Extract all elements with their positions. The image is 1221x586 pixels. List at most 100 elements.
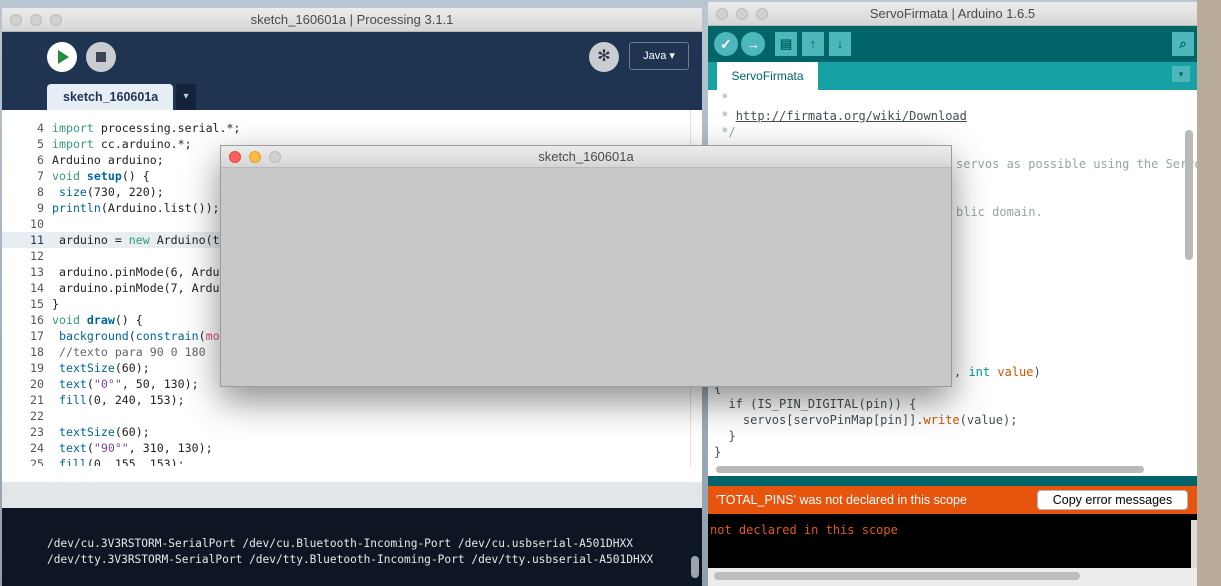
desktop-edge [1197, 0, 1221, 586]
tab-menu-button[interactable]: ▾ [176, 84, 196, 110]
line-number: 8 [37, 185, 44, 199]
line-number: 24 [30, 441, 44, 455]
stop-icon [96, 52, 106, 62]
arrow-up-icon: ↑ [809, 36, 817, 51]
editor-vertical-scrollbar[interactable] [1185, 130, 1193, 260]
line-number: 19 [30, 361, 44, 375]
debug-button[interactable]: ✻ [589, 42, 619, 72]
butterfly-icon: ✻ [597, 48, 611, 65]
check-icon: ✓ [720, 36, 732, 52]
param-value: value [997, 365, 1034, 379]
console-line: /dev/cu.3V3RSTORM-SerialPort /dev/cu.Blu… [47, 537, 633, 550]
stop-button[interactable] [86, 42, 116, 72]
line-number: 20 [30, 377, 44, 391]
code-text: println(Arduino.list()); [52, 201, 220, 215]
tab-menu-button[interactable]: ▾ [1172, 66, 1190, 82]
code-line: 23 textSize(60); [2, 424, 690, 440]
save-button[interactable]: ↓ [829, 32, 851, 56]
line-number: 17 [30, 329, 44, 343]
method-write: write [923, 413, 960, 427]
arrow-down-icon: ↓ [836, 36, 844, 51]
play-icon [58, 50, 69, 64]
editor-horizontal-scrollbar[interactable] [708, 464, 1197, 476]
line-number: 13 [30, 265, 44, 279]
scroll-thumb[interactable] [716, 466, 1144, 473]
line-number: 5 [37, 137, 44, 151]
console-scrollbar[interactable] [1191, 520, 1197, 570]
code-line: } [714, 429, 736, 443]
code-punct: ) [1033, 365, 1041, 379]
processing-titlebar[interactable]: sketch_160601a | Processing 3.1.1 [2, 8, 702, 32]
code-text: text("90°", 310, 130); [58, 441, 213, 455]
code-line: */ [714, 125, 736, 139]
open-button[interactable]: ↑ [802, 32, 824, 56]
line-number: 22 [30, 409, 44, 423]
sketch-window: sketch_160601a [220, 145, 952, 387]
new-button[interactable]: ▤ [775, 32, 797, 56]
sketch-canvas[interactable] [221, 168, 951, 386]
line-number: 7 [37, 169, 44, 183]
code-line: blic domain. [956, 205, 1043, 219]
window-title: sketch_160601a | Processing 3.1.1 [250, 12, 454, 27]
code-text: import processing.serial.*; [52, 121, 241, 135]
code-line: servos[servoPinMap[pin]].write(value); [714, 412, 1018, 428]
magnifier-icon: ⌕ [1179, 36, 1187, 51]
line-number: 25 [30, 457, 44, 466]
tab-sketch[interactable]: sketch_160601a [47, 84, 173, 110]
line-number: 18 [30, 345, 44, 359]
code-text: fill(0, 155, 153); [58, 457, 185, 466]
line-number: 16 [30, 313, 44, 327]
window-title: sketch_160601a [538, 149, 634, 164]
code-text: //texto para 90 0 180 [52, 345, 206, 359]
verify-button[interactable]: ✓ [714, 32, 738, 56]
console-divider[interactable] [2, 482, 702, 508]
status-area [2, 466, 702, 482]
code-text: arduino.pinMode(7, Ardu [52, 281, 220, 295]
code-line: , int value) [954, 365, 1041, 379]
code-text: (value); [959, 413, 1018, 427]
arduino-toolbar: ✓ → ▤ ↑ ↓ ⌕ [708, 26, 1197, 62]
code-text: textSize(60); [58, 425, 150, 439]
code-text: textSize(60); [58, 361, 150, 375]
copy-error-button[interactable]: Copy error messages [1037, 490, 1188, 510]
code-text: servos[servoPinMap[pin]]. [714, 413, 924, 427]
code-text: } [52, 297, 59, 311]
line-number: 15 [30, 297, 44, 311]
code-line: * [714, 91, 729, 105]
arduino-titlebar[interactable]: ServoFirmata | Arduino 1.6.5 [708, 2, 1197, 26]
firmata-link[interactable]: http://firmata.org/wiki/Download [736, 109, 967, 123]
sketch-titlebar[interactable]: sketch_160601a [221, 146, 951, 168]
serial-monitor-button[interactable]: ⌕ [1172, 32, 1194, 56]
code-line: if (IS_PIN_DIGITAL(pin)) { [714, 397, 917, 411]
code-line: 21 fill(0, 240, 153); [2, 392, 690, 408]
code-line: 24 text("90°", 310, 130); [2, 440, 690, 456]
scroll-thumb[interactable] [714, 572, 1080, 580]
line-number: 4 [37, 121, 44, 135]
console-scrollbar[interactable] [691, 556, 699, 578]
line-number: 6 [37, 153, 44, 167]
console-horizontal-scrollbar[interactable] [708, 568, 1197, 586]
code-text: arduino = new Arduino(t [52, 233, 220, 247]
line-number: 10 [30, 217, 44, 231]
line-number: 21 [30, 393, 44, 407]
run-button[interactable] [47, 42, 77, 72]
code-text: fill(0, 240, 153); [58, 393, 185, 407]
line-number: 9 [37, 201, 44, 215]
code-line: servos as possible using the Servo [956, 157, 1197, 171]
mode-selector[interactable]: Java ▾ [629, 42, 689, 70]
comment-prefix: * [714, 109, 736, 123]
code-text: Arduino arduino; [52, 153, 164, 167]
tab-servofirmata[interactable]: ServoFirmata [717, 62, 818, 90]
processing-toolbar: ✻ Java ▾ [2, 32, 702, 92]
keyword-int: int [968, 365, 991, 379]
console-panel: /dev/cu.3V3RSTORM-SerialPort /dev/cu.Blu… [2, 508, 702, 586]
code-text: text("0°", 50, 130); [58, 377, 199, 391]
code-text: size(730, 220); [58, 185, 164, 199]
code-line: 22 [2, 408, 690, 424]
line-number: 23 [30, 425, 44, 439]
console-line: /dev/tty.3V3RSTORM-SerialPort /dev/tty.B… [47, 553, 654, 566]
line-number: 12 [30, 249, 44, 263]
line-number: 11 [30, 233, 44, 247]
error-bar: 'TOTAL_PINS' was not declared in this sc… [708, 486, 1197, 514]
upload-button[interactable]: → [741, 32, 765, 56]
